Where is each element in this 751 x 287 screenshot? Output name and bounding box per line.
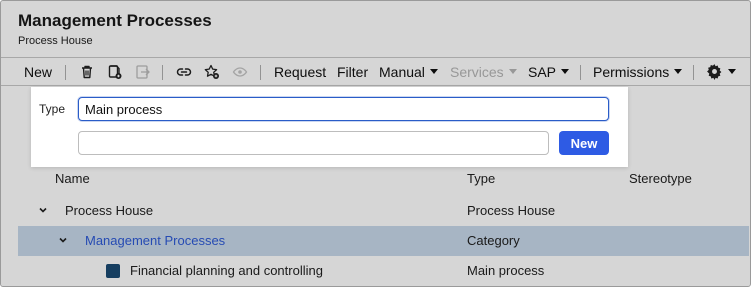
chevron-down-icon: [561, 69, 570, 74]
chevron-down-icon: [728, 69, 736, 74]
eye-icon: [232, 67, 248, 77]
breadcrumb: Process House: [18, 35, 93, 47]
filter-button[interactable]: Filter: [337, 58, 368, 85]
move-icon: [136, 65, 150, 79]
table-row[interactable]: Financial planning and controlling Main …: [18, 256, 749, 286]
chevron-down-icon: [674, 69, 683, 74]
chevron-down-icon[interactable]: [58, 235, 68, 245]
row-name[interactable]: Management Processes: [85, 233, 225, 248]
toolbar-divider: [162, 65, 163, 80]
star-add-icon[interactable]: [204, 64, 220, 80]
new-item-popup: Type New: [31, 87, 628, 167]
toolbar-divider: [260, 65, 261, 80]
popup-new-button[interactable]: New: [559, 131, 609, 155]
toolbar-divider: [693, 65, 694, 80]
main-process-icon: [106, 264, 120, 278]
page-title: Management Processes: [18, 11, 212, 30]
toolbar-divider: [65, 65, 66, 80]
window: Management Processes Process House New R…: [0, 0, 751, 287]
row-type: Category: [467, 233, 520, 248]
row-name: Financial planning and controlling: [130, 263, 323, 278]
sap-label: SAP: [528, 63, 557, 80]
table-row[interactable]: Process House Process House: [18, 196, 749, 226]
new-button[interactable]: New: [24, 58, 52, 85]
copy-doc-icon[interactable]: [107, 64, 123, 80]
chevron-down-icon: [508, 69, 517, 74]
column-header-stereotype[interactable]: Stereotype: [629, 171, 692, 186]
chevron-down-icon[interactable]: [38, 205, 48, 215]
trash-icon[interactable]: [79, 64, 95, 80]
manual-dropdown[interactable]: Manual: [379, 58, 438, 85]
toolbar-divider: [580, 65, 581, 80]
permissions-dropdown[interactable]: Permissions: [593, 58, 683, 85]
row-type: Process House: [467, 203, 556, 218]
table-row-selected[interactable]: Management Processes Category: [18, 226, 749, 256]
manual-label: Manual: [379, 63, 425, 80]
name-input[interactable]: [78, 131, 549, 155]
toolbar: New Request Filter Manual Services SAP P…: [1, 57, 750, 86]
row-type: Main process: [467, 263, 545, 278]
chevron-down-icon: [429, 69, 438, 74]
sap-dropdown[interactable]: SAP: [528, 58, 570, 85]
request-button[interactable]: Request: [274, 58, 326, 85]
row-name: Process House: [65, 203, 154, 218]
permissions-label: Permissions: [593, 63, 670, 80]
services-dropdown: Services: [450, 58, 517, 85]
link-icon[interactable]: [176, 64, 192, 80]
page-header: Management Processes Process House: [1, 1, 750, 57]
column-header-type[interactable]: Type: [467, 171, 495, 186]
type-label: Type: [39, 102, 66, 116]
gear-icon: [707, 64, 722, 80]
type-input[interactable]: [78, 97, 609, 121]
settings-dropdown[interactable]: [706, 58, 736, 85]
services-label: Services: [450, 63, 504, 80]
column-header-name[interactable]: Name: [55, 171, 90, 186]
